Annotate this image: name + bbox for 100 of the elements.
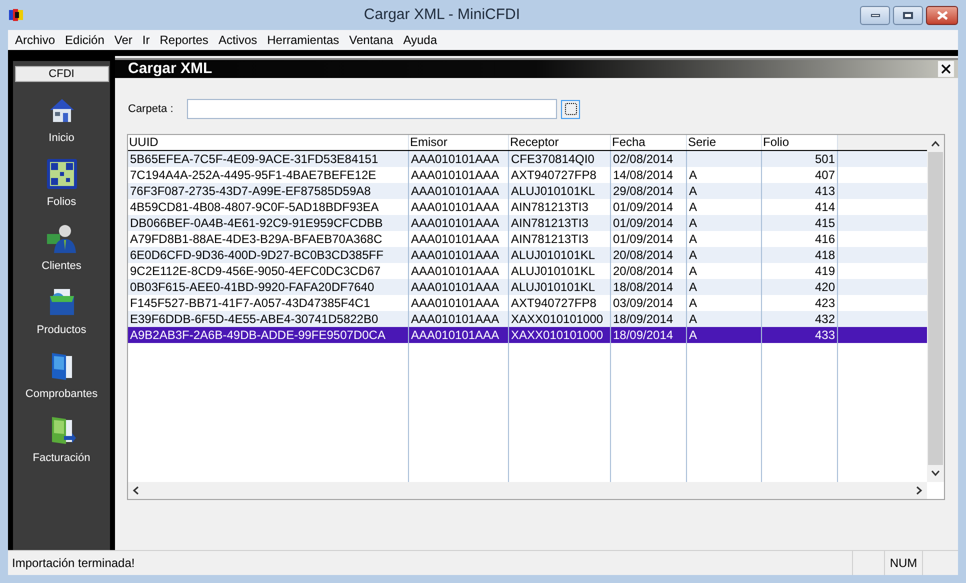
- minimize-button[interactable]: [860, 6, 890, 24]
- table-cell: A79FD8B1-88AE-4DE3-B29A-BFAEB70A368C: [130, 232, 382, 246]
- table-cell: 407: [814, 168, 835, 182]
- menu-item[interactable]: Reportes: [154, 31, 214, 49]
- person-icon: [46, 222, 78, 254]
- table-row[interactable]: 0B03F615-AEE0-41BD-9920-FAFA20DF7640 AAA010101AAA ALUJ010101KL 18/08/2014 A 420: [128, 279, 927, 295]
- table-cell: 01/09/2014: [613, 232, 674, 246]
- column-header[interactable]: Serie: [687, 135, 762, 150]
- menu-item[interactable]: Edición: [60, 31, 110, 49]
- table-cell: A: [689, 200, 698, 214]
- menu-item[interactable]: Activos: [213, 31, 262, 49]
- sidebar-item[interactable]: Comprobantes: [14, 350, 110, 404]
- table-cell: 01/09/2014: [613, 200, 674, 214]
- vertical-scrollbar[interactable]: [927, 135, 944, 482]
- table-cell: AAA010101AAA: [411, 264, 500, 278]
- table-cell: 03/09/2014: [613, 296, 674, 310]
- column-header[interactable]: Folio: [762, 135, 838, 150]
- table-cell: ALUJ010101KL: [511, 184, 596, 198]
- table-cell: A: [689, 312, 698, 326]
- close-icon: [936, 10, 948, 20]
- status-message: Importación terminada!: [11, 555, 136, 572]
- table-cell: E39F6DDB-6F5D-4E55-ABE4-30741D5822B0: [130, 312, 378, 326]
- close-icon: [941, 64, 951, 74]
- dotted-frame-icon: [564, 103, 576, 115]
- table-cell: 0B03F615-AEE0-41BD-9920-FAFA20DF7640: [130, 280, 374, 294]
- table-row[interactable]: 6E0D6CFD-9D36-400D-9D27-BC0B3CD385FF AAA010101AAA ALUJ010101KL 20/08/2014 A 418: [128, 247, 927, 263]
- table-cell: 418: [814, 248, 835, 262]
- table-cell: AAA010101AAA: [411, 296, 500, 310]
- table-cell: A: [689, 232, 698, 246]
- menu-item[interactable]: Ayuda: [398, 31, 442, 49]
- menu-item[interactable]: Ventana: [344, 31, 398, 49]
- sidebar-item[interactable]: Productos: [14, 286, 110, 340]
- table-row[interactable]: E39F6DDB-6F5D-4E55-ABE4-30741D5822B0 AAA010101AAA XAXX010101000 18/09/2014 A 432: [128, 311, 927, 327]
- sidebar-item[interactable]: Clientes: [14, 222, 110, 276]
- table-cell: CFE370814QI0: [511, 152, 594, 166]
- table-cell: AAA010101AAA: [411, 232, 500, 246]
- table-cell: A9B2AB3F-2A6B-49DB-ADDE-99FE9507D0CA: [130, 328, 386, 342]
- table-cell: A: [689, 248, 698, 262]
- table-cell: AAA010101AAA: [411, 168, 500, 182]
- table-cell: A: [689, 216, 698, 230]
- table-cell: AAA010101AAA: [411, 248, 500, 262]
- column-header[interactable]: Emisor: [409, 135, 509, 150]
- folder-input-field[interactable]: [187, 99, 557, 119]
- table-cell: 414: [814, 200, 835, 214]
- browse-button[interactable]: [561, 100, 580, 118]
- table-row[interactable]: 76F3F087-2735-43D7-A99E-EF87585D59A8 AAA010101AAA ALUJ010101KL 29/08/2014 A 413: [128, 183, 927, 199]
- window-title: Cargar XML - MiniCFDI: [364, 4, 520, 25]
- app-icon: [8, 7, 24, 23]
- table-cell: 76F3F087-2735-43D7-A99E-EF87585D59A8: [130, 184, 371, 198]
- folder-label: Carpeta :: [127, 102, 174, 117]
- table-cell: XAXX010101000: [511, 312, 604, 326]
- table-cell: A: [689, 328, 698, 342]
- table-cell: AAA010101AAA: [411, 312, 500, 326]
- column-header[interactable]: Receptor: [509, 135, 611, 150]
- table-cell: 432: [814, 312, 835, 326]
- table-cell: AIN781213TI3: [511, 216, 588, 230]
- table-cell: AAA010101AAA: [411, 216, 500, 230]
- table-cell: 18/08/2014: [613, 280, 674, 294]
- scrollbar-thumb[interactable]: [928, 152, 943, 465]
- scroll-left-icon[interactable]: [132, 486, 141, 495]
- table-cell: AAA010101AAA: [411, 328, 500, 342]
- table-row[interactable]: 5B65EFEA-7C5F-4E09-9ACE-31FD53E84151 AAA010101AAA CFE370814QI0 02/08/2014 501: [128, 151, 927, 167]
- table-cell: 20/08/2014: [613, 264, 674, 278]
- table-cell: DB066BEF-0A4B-4E61-92C9-91E959CFCDBB: [130, 216, 383, 230]
- sidebar-item[interactable]: Folios: [14, 158, 110, 212]
- table-row[interactable]: DB066BEF-0A4B-4E61-92C9-91E959CFCDBB AAA010101AAA AIN781213TI3 01/09/2014 A 415: [128, 215, 927, 231]
- menu-item[interactable]: Ver: [109, 31, 138, 49]
- sidebar-item[interactable]: Facturación: [14, 414, 110, 468]
- scroll-right-icon[interactable]: [914, 486, 923, 495]
- num-lock-indicator: NUM: [890, 555, 918, 572]
- close-button[interactable]: [938, 61, 954, 77]
- sidebar-item[interactable]: Inicio: [14, 94, 110, 148]
- table-cell: AXT940727FP8: [511, 296, 596, 310]
- table-cell: AAA010101AAA: [411, 184, 500, 198]
- table-cell: 6E0D6CFD-9D36-400D-9D27-BC0B3CD385FF: [130, 248, 384, 262]
- table-cell: AAA010101AAA: [411, 200, 500, 214]
- menu-item[interactable]: Herramientas: [262, 31, 344, 49]
- table-cell: 18/09/2014: [613, 328, 674, 342]
- menu-item[interactable]: Ir: [137, 31, 155, 49]
- table-cell: A: [689, 280, 698, 294]
- maximize-button[interactable]: [893, 6, 923, 24]
- table-row[interactable]: A9B2AB3F-2A6B-49DB-ADDE-99FE9507D0CA AAA010101AAA XAXX010101000 18/09/2014 A 433: [128, 327, 927, 343]
- table-cell: F145F527-BB71-41F7-A057-43D47385F4C1: [130, 296, 370, 310]
- table-cell: AIN781213TI3: [511, 232, 588, 246]
- table-cell: AIN781213TI3: [511, 200, 588, 214]
- table-cell: A: [689, 296, 698, 310]
- close-button[interactable]: [926, 6, 958, 24]
- child-window-title: Cargar XML: [127, 58, 212, 79]
- table-cell: 413: [814, 184, 835, 198]
- horizontal-scrollbar[interactable]: [128, 482, 927, 499]
- column-header[interactable]: UUID: [128, 135, 409, 150]
- table-cell: 02/08/2014: [613, 152, 674, 166]
- table-cell: ALUJ010101KL: [511, 264, 596, 278]
- table-cell: 20/08/2014: [613, 248, 674, 262]
- menu-item[interactable]: Archivo: [10, 31, 60, 49]
- table-cell: ALUJ010101KL: [511, 248, 596, 262]
- column-header[interactable]: Fecha: [611, 135, 687, 150]
- table-cell: 420: [814, 280, 835, 294]
- table-cell: 501: [814, 152, 835, 166]
- table-cell: 29/08/2014: [613, 184, 674, 198]
